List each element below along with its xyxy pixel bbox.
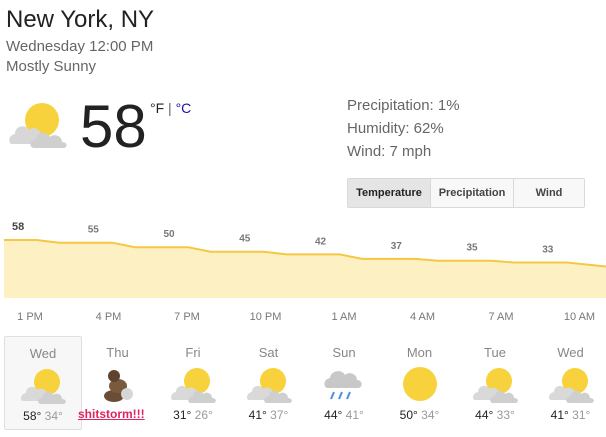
forecast-temps: 44° 33° <box>457 408 533 422</box>
forecast-temps: 41° 31° <box>533 408 606 422</box>
low-temp: 31° <box>572 408 591 422</box>
tab-temperature[interactable]: Temperature <box>348 179 430 207</box>
forecast-day[interactable]: Wed 41° 31° <box>533 336 606 428</box>
rain-cloud-icon <box>324 371 362 400</box>
forecast-day[interactable]: Sun 44° 41° <box>306 336 382 428</box>
value-label: 35 <box>467 243 479 254</box>
tab-wind[interactable]: Wind <box>513 179 584 207</box>
high-temp: 31° <box>173 408 192 422</box>
low-temp: 33° <box>496 408 515 422</box>
partly-cloudy-icon <box>171 368 216 403</box>
value-label: 45 <box>239 234 251 245</box>
forecast-temps: 31° 26° <box>155 408 231 422</box>
forecast-day[interactable]: Tue 44° 33° <box>457 336 533 428</box>
x-tick-label: 1 PM <box>17 311 43 322</box>
forecast-day[interactable]: Wed 58° 34° <box>4 336 82 430</box>
partly-cloudy-icon <box>548 368 594 403</box>
unit-fahrenheit[interactable]: °F <box>150 100 164 116</box>
forecast-temps: 58° 34° <box>5 409 81 423</box>
forecast-day-name: Tue <box>484 345 506 360</box>
value-label: 58 <box>12 221 24 233</box>
forecast-temps: 50° 34° <box>382 408 458 422</box>
value-label: 42 <box>315 236 327 247</box>
datetime: Wednesday 12:00 PM <box>6 38 154 55</box>
low-temp: 37° <box>270 408 289 422</box>
unit-toggle: °F | °C <box>150 100 191 116</box>
partly-cloudy-icon <box>246 368 292 403</box>
x-tick-label: 1 AM <box>331 311 356 322</box>
high-temp: 58° <box>23 409 42 423</box>
x-tick-label: 10 PM <box>250 311 282 322</box>
forecast-day-name: Wed <box>557 345 584 360</box>
low-temp: 26° <box>194 408 213 422</box>
partly-cloudy-icon <box>473 368 518 403</box>
unit-separator: | <box>164 100 176 116</box>
value-label: 37 <box>391 241 403 252</box>
forecast-temps: 44° 41° <box>306 408 382 422</box>
value-label: 50 <box>164 229 176 240</box>
partly-cloudy-icon <box>9 103 67 148</box>
sun-icon <box>402 367 437 401</box>
daily-forecast: Wed 58° 34° Thu Fri 31° 26° Sat 41° 37° Sun 44° … <box>0 336 606 436</box>
x-tick-label: 7 AM <box>488 311 513 322</box>
forecast-day-name: Mon <box>406 345 433 360</box>
partly-cloudy-icon <box>21 369 66 404</box>
x-tick-label: 4 AM <box>410 311 435 322</box>
chart-tabs: Temperature Precipitation Wind <box>347 178 585 208</box>
x-tick-label: 7 PM <box>174 311 200 322</box>
forecast-day-name: Thu <box>106 345 129 360</box>
high-temp: 41° <box>248 408 267 422</box>
x-tick-label: 10 AM <box>564 311 595 322</box>
tab-precipitation[interactable]: Precipitation <box>430 179 513 207</box>
condition: Mostly Sunny <box>6 58 97 75</box>
forecast-day[interactable]: Sat 41° 37° <box>231 336 307 428</box>
forecast-day-name: Fri <box>185 345 201 360</box>
forecast-day[interactable]: Mon 50° 34° <box>382 336 458 428</box>
chart-area <box>4 240 606 298</box>
low-temp: 34° <box>421 408 440 422</box>
low-temp: 41° <box>345 408 364 422</box>
forecast-day[interactable]: Fri 31° 26° <box>155 336 231 428</box>
unit-celsius[interactable]: °C <box>176 100 192 116</box>
humidity-stat: Humidity: 62% <box>347 120 444 137</box>
forecast-day-name: Sat <box>258 345 279 360</box>
high-temp: 44° <box>324 408 343 422</box>
high-temp: 41° <box>550 408 569 422</box>
wind-stat: Wind: 7 mph <box>347 143 432 160</box>
low-temp: 34° <box>44 409 63 423</box>
value-label: 33 <box>542 245 554 256</box>
forecast-day-name: Wed <box>29 346 57 361</box>
forecast-temps: 41° 37° <box>231 408 307 422</box>
hourly-temperature-chart: 58 55 50 45 42 37 35 33 1 PM 4 PM 7 PM 10 PM 1 AM 4 A… <box>4 221 606 322</box>
precipitation-stat: Precipitation: 1% <box>347 97 460 114</box>
forecast-joke-label: shitstorm!!! <box>78 407 145 421</box>
location-title: New York, NY <box>6 6 155 33</box>
value-label: 55 <box>88 225 100 236</box>
current-temperature: 58 <box>80 93 147 160</box>
high-temp: 44° <box>475 408 494 422</box>
poop-icon <box>103 370 133 402</box>
x-tick-label: 4 PM <box>96 311 122 322</box>
high-temp: 50° <box>399 408 418 422</box>
forecast-day-name: Sun <box>332 345 356 360</box>
